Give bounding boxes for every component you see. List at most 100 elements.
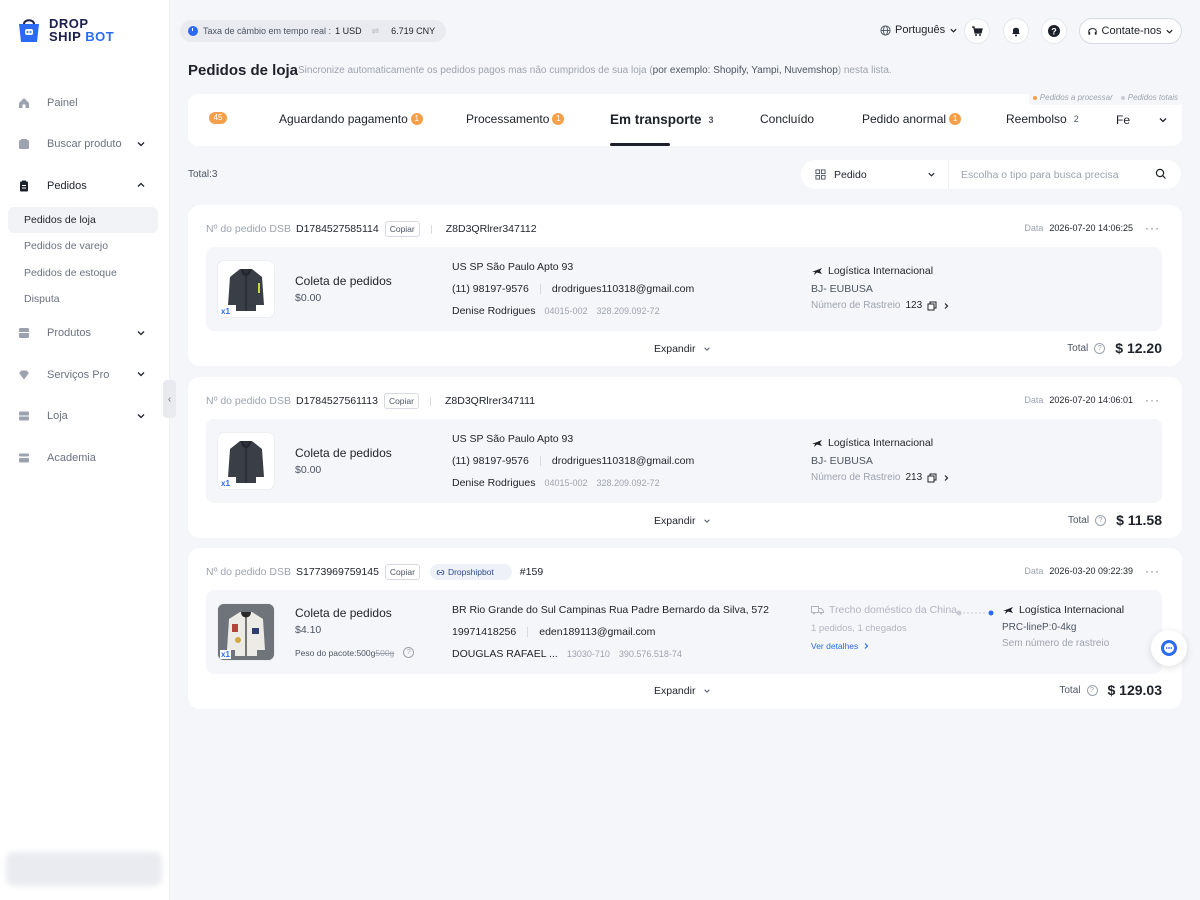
logo-bag-icon bbox=[19, 19, 39, 42]
language-label: Português bbox=[895, 24, 946, 36]
help-icon[interactable]: ? bbox=[1094, 342, 1106, 354]
tab-count: 3 bbox=[708, 114, 714, 125]
tracking-row[interactable]: Número de Rastreio 213 bbox=[811, 472, 950, 483]
shipping-progress-line bbox=[956, 610, 994, 616]
total-amount: $ 129.03 bbox=[1107, 682, 1163, 698]
tab-all[interactable]: 45 bbox=[206, 112, 227, 124]
tab-concluido[interactable]: Concluído bbox=[760, 112, 814, 126]
order-number: D1784527561113 bbox=[295, 395, 378, 407]
page-title: Pedidos de loja bbox=[188, 62, 299, 79]
search-icon[interactable] bbox=[1155, 168, 1167, 180]
tax-id: 390.576.518-74 bbox=[618, 649, 682, 659]
tabs-more-button[interactable]: Fe bbox=[1116, 106, 1182, 134]
exchange-rate-to: 6.719 CNY bbox=[391, 26, 436, 36]
divider bbox=[430, 224, 432, 234]
help-button[interactable]: ? bbox=[1041, 18, 1067, 44]
tracking-number: 213 bbox=[905, 472, 923, 483]
quantity-badge: x1 bbox=[220, 307, 231, 316]
help-icon[interactable]: ? bbox=[403, 647, 415, 658]
truck-icon bbox=[811, 606, 824, 615]
product-image[interactable]: x1 bbox=[218, 604, 274, 660]
sidebar-item-pedidos[interactable]: Pedidos bbox=[0, 165, 170, 207]
quantity-badge: x1 bbox=[220, 479, 231, 488]
sidebar-subitem-disputa[interactable]: Disputa bbox=[0, 286, 170, 313]
logistics-info: Logística Internacional BJ- EUBUSA Númer… bbox=[811, 265, 950, 311]
copy-button[interactable]: Copiar bbox=[384, 564, 420, 580]
tab-processamento[interactable]: Processamento 1 bbox=[466, 112, 565, 126]
copy-button[interactable]: Copiar bbox=[383, 393, 419, 409]
expand-button[interactable]: Expandir bbox=[654, 515, 711, 527]
more-options-icon[interactable]: ··· bbox=[1145, 221, 1160, 235]
total-count: Total:3 bbox=[188, 169, 218, 180]
tab-reembolso[interactable]: Reembolso 2 bbox=[1006, 112, 1079, 126]
chevron-down-icon bbox=[137, 330, 145, 335]
order-body: x1 Coleta de pedidos $0.00 US SP São Pau… bbox=[206, 247, 1162, 331]
legend-to-process: Pedidos a processar bbox=[1032, 93, 1113, 105]
sidebar-subitem-pedidos-de-estoque[interactable]: Pedidos de estoque bbox=[0, 260, 170, 287]
sidebar-subitem-pedidos-de-loja[interactable]: Pedidos de loja bbox=[8, 206, 158, 233]
search-input[interactable] bbox=[961, 160, 1151, 189]
sidebar-item-academia[interactable]: Academia bbox=[0, 437, 170, 479]
view-details-link[interactable]: Ver detalhes bbox=[811, 641, 957, 651]
active-tab-indicator bbox=[610, 143, 670, 146]
logo[interactable]: DROP SHIP BOT bbox=[16, 16, 114, 44]
sidebar-item-painel[interactable]: Painel bbox=[0, 82, 170, 124]
chat-support-button[interactable] bbox=[1151, 630, 1187, 666]
language-selector[interactable]: Português bbox=[880, 24, 958, 36]
page-description: Sincronize automaticamente os pedidos pa… bbox=[298, 65, 892, 76]
contact-info: (11) 98197-9576 drodrigues110318@gmail.co… bbox=[452, 283, 694, 295]
home-icon bbox=[18, 97, 30, 109]
expand-button[interactable]: Expandir bbox=[654, 685, 711, 697]
more-options-icon[interactable]: ··· bbox=[1145, 564, 1160, 578]
sidebar-item-produtos[interactable]: Produtos bbox=[0, 313, 170, 355]
product-image[interactable]: x1 bbox=[218, 433, 274, 489]
sidebar-item-servicos-pro[interactable]: Serviços Pro bbox=[0, 354, 170, 396]
sidebar-subitem-pedidos-de-varejo[interactable]: Pedidos de varejo bbox=[0, 233, 170, 260]
domestic-leg-status: 1 pedidos, 1 chegados bbox=[811, 623, 907, 634]
help-icon[interactable]: ? bbox=[1086, 684, 1098, 696]
notifications-button[interactable] bbox=[1003, 18, 1029, 44]
no-tracking-number: Sem número de rastreio bbox=[1002, 638, 1110, 649]
divider bbox=[429, 396, 431, 406]
sidebar-item-label: Buscar produto bbox=[47, 138, 122, 151]
help-icon[interactable]: ? bbox=[1095, 514, 1107, 526]
copy-icon[interactable] bbox=[927, 473, 937, 483]
product-price: $0.00 bbox=[295, 464, 322, 476]
sidebar-collapse-button[interactable]: ‹ bbox=[163, 380, 176, 418]
order-body: x1 Coleta de pedidos $4.10 Peso do pacot… bbox=[206, 590, 1162, 674]
expand-button[interactable]: Expandir bbox=[654, 343, 711, 355]
order-status-tabs: Pedidos a processar Pedidos totais 45 Ag… bbox=[188, 93, 1182, 146]
search-type-select[interactable]: Pedido bbox=[801, 160, 949, 189]
chevron-down-icon bbox=[704, 519, 711, 523]
chevron-right-icon bbox=[944, 474, 949, 481]
product-image[interactable]: x1 bbox=[218, 261, 274, 317]
sidebar-item-buscar-produto[interactable]: Buscar produto bbox=[0, 124, 170, 166]
shipping-address: US SP São Paulo Apto 93 bbox=[452, 433, 574, 445]
tab-truncated[interactable]: Fe bbox=[1116, 113, 1134, 127]
tab-pedido-anormal[interactable]: Pedido anormal 1 bbox=[862, 112, 962, 126]
order-number: S1773969759145 bbox=[295, 566, 379, 578]
contact-us-button[interactable]: Contate-nos bbox=[1079, 18, 1182, 44]
user-profile-blurred[interactable] bbox=[6, 852, 162, 886]
copy-icon[interactable] bbox=[927, 301, 937, 311]
cart-button[interactable] bbox=[964, 18, 990, 44]
tab-aguardando-pagamento[interactable]: Aguardando pagamento 1 bbox=[279, 112, 423, 126]
chevron-down-icon bbox=[137, 372, 145, 377]
order-card: Nº do pedido DSB S1773969759145 Copiar D… bbox=[188, 548, 1182, 709]
domestic-leg-info: Trecho doméstico da China 1 pedidos, 1 c… bbox=[811, 604, 957, 651]
sidebar-item-label: Loja bbox=[47, 410, 68, 423]
academy-icon bbox=[18, 452, 30, 464]
copy-button[interactable]: Copiar bbox=[384, 221, 420, 237]
tab-em-transporte[interactable]: Em transporte 3 bbox=[610, 112, 714, 127]
tracking-row[interactable]: Número de Rastreio 123 bbox=[811, 300, 950, 311]
order-header: Nº do pedido DSB D1784527561113 Copiar Z… bbox=[206, 393, 535, 409]
order-card: Nº do pedido DSB D1784527585114 Copiar Z… bbox=[188, 205, 1182, 366]
more-options-icon[interactable]: ··· bbox=[1145, 393, 1160, 407]
email: drodrigues110318@gmail.com bbox=[551, 455, 695, 467]
order-date: Data 2026-07-20 14:06:25 bbox=[1024, 223, 1133, 233]
sidebar-item-loja[interactable]: Loja bbox=[0, 396, 170, 438]
phone-number: 19971418256 bbox=[452, 626, 517, 638]
exchange-rate-from: 1 USD bbox=[335, 26, 362, 36]
order-total: Total ? $ 11.58 bbox=[1067, 512, 1162, 528]
swap-icon: ⇌ bbox=[371, 25, 380, 36]
